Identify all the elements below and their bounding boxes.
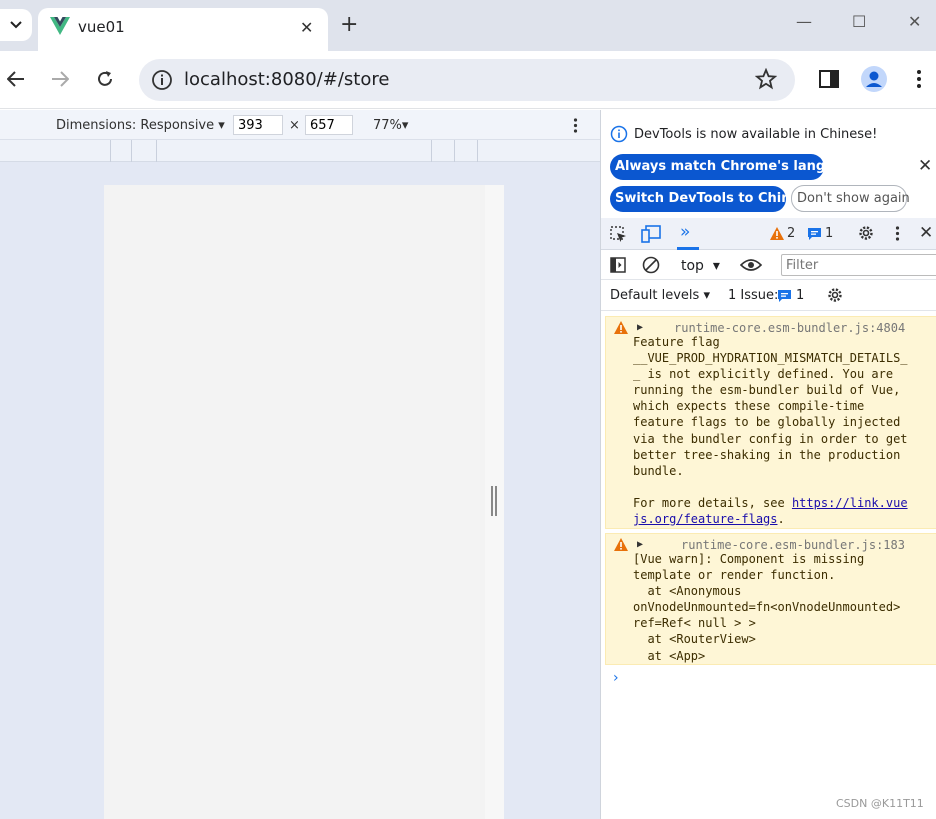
width-input[interactable] bbox=[233, 115, 283, 135]
expand-triangle-icon[interactable]: ▶ bbox=[637, 320, 643, 336]
site-info-icon[interactable] bbox=[151, 69, 173, 91]
infobar-message: DevTools is now available in Chinese! bbox=[634, 127, 878, 142]
reload-icon bbox=[98, 71, 112, 86]
console-levels-bar: Default levels ▾ 1 Issue: 1 bbox=[601, 280, 936, 311]
warnings-count[interactable]: 2 bbox=[787, 226, 795, 241]
dimensions-dropdown[interactable]: Dimensions: Responsive ▾ bbox=[56, 118, 225, 133]
resize-handle[interactable] bbox=[491, 486, 497, 516]
switch-to-chinese-button[interactable]: Switch DevTools to Chinese bbox=[610, 186, 816, 212]
chevron-down-icon bbox=[10, 21, 22, 29]
browser-menu-button[interactable] bbox=[905, 65, 933, 93]
star-icon[interactable] bbox=[755, 68, 777, 90]
device-toggle-icon[interactable] bbox=[641, 225, 661, 243]
message-icon bbox=[808, 228, 821, 240]
expand-triangle-icon[interactable]: ▶ bbox=[637, 537, 643, 553]
dimension-times: × bbox=[289, 118, 300, 133]
issues-message-icon bbox=[778, 290, 791, 302]
forward-button[interactable] bbox=[46, 65, 74, 93]
tab-search-button[interactable] bbox=[0, 9, 32, 41]
emulated-page bbox=[104, 185, 504, 819]
inspect-element-icon[interactable] bbox=[610, 226, 627, 243]
console-warning-message[interactable]: ▶ runtime-core.esm-bundler.js:183 [Vue w… bbox=[605, 533, 936, 665]
dont-show-again-button[interactable]: Don't show again bbox=[791, 185, 910, 212]
kebab-menu-icon bbox=[917, 70, 921, 88]
arrow-left-icon bbox=[7, 71, 24, 87]
warning-icon bbox=[770, 227, 784, 240]
issues-count[interactable]: 1 bbox=[796, 288, 804, 303]
minimize-button[interactable]: — bbox=[796, 12, 812, 31]
browser-toolbar: localhost:8080/#/store bbox=[0, 51, 936, 109]
address-bar[interactable]: localhost:8080/#/store bbox=[139, 59, 795, 101]
language-infobar: DevTools is now available in Chinese! Al… bbox=[601, 110, 936, 218]
feature-flags-link[interactable]: https://link.vue bbox=[792, 496, 908, 510]
more-tabs-icon[interactable]: » bbox=[680, 222, 690, 242]
default-levels-dropdown[interactable]: Default levels ▾ bbox=[610, 288, 710, 303]
console-prompt[interactable]: › bbox=[613, 670, 619, 686]
device-toolbar: Dimensions: Responsive ▾ × 77%▾ bbox=[0, 110, 600, 140]
messages-count[interactable]: 1 bbox=[825, 226, 833, 241]
zoom-dropdown[interactable]: 77%▾ bbox=[373, 118, 408, 133]
watermark: CSDN @K11T11 bbox=[836, 797, 924, 810]
warning-icon bbox=[614, 538, 628, 551]
clear-console-icon[interactable] bbox=[642, 256, 660, 274]
info-icon bbox=[610, 125, 628, 143]
ruler-tick bbox=[131, 140, 132, 162]
close-window-button[interactable]: ✕ bbox=[908, 12, 921, 31]
tab-close-icon[interactable]: ✕ bbox=[300, 18, 313, 37]
message-source-link[interactable]: runtime-core.esm-bundler.js:4804 bbox=[674, 320, 905, 336]
avatar-icon bbox=[861, 66, 887, 92]
console-filter-input[interactable] bbox=[781, 254, 936, 276]
ruler-tick bbox=[477, 140, 478, 162]
issues-label[interactable]: 1 Issue: bbox=[728, 288, 778, 303]
device-emulation-area: Dimensions: Responsive ▾ × 77%▾ bbox=[0, 110, 600, 819]
feature-flags-link-continued[interactable]: js.org/feature-flags bbox=[633, 512, 778, 526]
message-source-link[interactable]: runtime-core.esm-bundler.js:183 bbox=[681, 537, 905, 553]
sidebar-toggle-icon[interactable] bbox=[610, 257, 626, 273]
tab-strip: vue01 ✕ + — ☐ ✕ bbox=[0, 0, 936, 51]
vue-logo-icon bbox=[50, 17, 70, 35]
ruler-tick bbox=[110, 140, 111, 162]
reload-button[interactable] bbox=[91, 65, 119, 93]
url-text[interactable]: localhost:8080/#/store bbox=[184, 69, 389, 90]
media-query-ruler bbox=[0, 140, 600, 162]
devtools-tabbar: » 2 1 ✕ bbox=[601, 218, 936, 250]
console-warning-message[interactable]: ▶ runtime-core.esm-bundler.js:4804 Featu… bbox=[605, 316, 936, 529]
devtools-panel: DevTools is now available in Chinese! Al… bbox=[600, 110, 936, 819]
context-selector[interactable]: top ▾ bbox=[681, 258, 720, 274]
warning-icon bbox=[614, 321, 628, 334]
height-input[interactable] bbox=[305, 115, 353, 135]
arrow-right-icon bbox=[52, 71, 69, 87]
maximize-button[interactable]: ☐ bbox=[852, 12, 866, 31]
console-settings-gear-icon[interactable] bbox=[826, 286, 844, 304]
ruler-tick bbox=[431, 140, 432, 162]
settings-gear-icon[interactable] bbox=[857, 224, 875, 242]
tab-title: vue01 bbox=[78, 18, 125, 36]
devtools-menu-icon[interactable] bbox=[895, 226, 900, 241]
browser-tab[interactable]: vue01 ✕ bbox=[38, 8, 328, 51]
infobar-close-icon[interactable]: ✕ bbox=[918, 156, 932, 176]
eye-icon[interactable] bbox=[740, 258, 762, 272]
back-button[interactable] bbox=[2, 65, 30, 93]
message-text: [Vue warn]: Component is missing templat… bbox=[633, 552, 901, 663]
always-match-language-button[interactable]: Always match Chrome's language bbox=[610, 154, 861, 180]
ruler-tick bbox=[156, 140, 157, 162]
side-panel-button[interactable] bbox=[815, 65, 843, 93]
console-toolbar: top ▾ bbox=[601, 250, 936, 280]
side-panel-icon bbox=[819, 70, 839, 88]
ruler-tick bbox=[454, 140, 455, 162]
close-devtools-icon[interactable]: ✕ bbox=[919, 223, 933, 243]
profile-button[interactable] bbox=[860, 65, 888, 93]
message-text: Feature flag __VUE_PROD_HYDRATION_MISMAT… bbox=[633, 335, 908, 527]
device-toolbar-menu-icon[interactable] bbox=[573, 118, 578, 133]
new-tab-button[interactable]: + bbox=[340, 12, 358, 37]
